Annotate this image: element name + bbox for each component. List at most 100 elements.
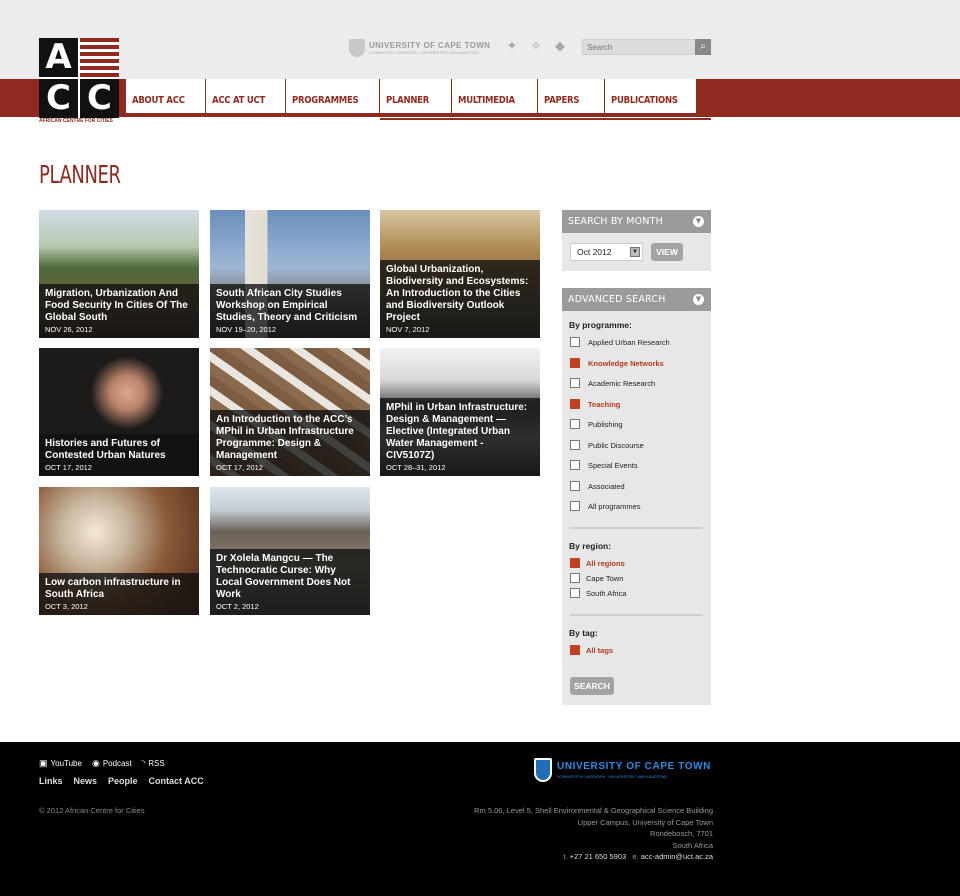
option-label: Cape Town [586,573,624,583]
footer-youtube-link[interactable]: ▣ YouTube [39,758,82,769]
event-title[interactable]: Low carbon infrastructure in South Afric… [45,577,193,601]
footer-link-contact[interactable]: Contact ACC [149,776,204,786]
divider [570,614,703,616]
nav-item-programmes[interactable]: PROGRAMMES [285,79,379,113]
checkbox[interactable] [570,501,580,511]
footer-uct-logo[interactable]: UNIVERSITY OF CAPE TOWN IYUNIVESITHI YAS… [534,758,711,782]
programme-option[interactable]: Teaching [570,399,620,409]
event-title[interactable]: Global Urbanization, Biodiversity and Ec… [386,264,534,324]
event-title[interactable]: Migration, Urbanization And Food Securit… [45,288,193,324]
programme-option[interactable]: Knowledge Networks [570,358,664,368]
checkbox[interactable] [570,481,580,491]
event-caption: MPhil in Urban Infrastructure: Design & … [380,398,540,476]
acc-logo[interactable]: A C C AFRICAN CENTRE FOR CITIES [39,38,119,124]
tag-option[interactable]: All tags [570,645,613,655]
event-card[interactable]: An Introduction to the ACC’s MPhil in Ur… [210,348,370,476]
option-label: Public Discourse [588,440,644,450]
copyright: © 2012 African Centre for Cities [39,806,145,815]
region-option[interactable]: South Africa [570,588,626,598]
checkbox[interactable] [570,358,580,368]
footer-link-news[interactable]: News [74,776,98,786]
search-by-month-header[interactable]: SEARCH BY MONTH ▼ [562,210,711,233]
logo-letter: C [80,79,119,118]
event-card[interactable]: Global Urbanization, Biodiversity and Ec… [380,210,540,338]
event-card[interactable]: Migration, Urbanization And Food Securit… [39,210,199,338]
event-card[interactable]: MPhil in Urban Infrastructure: Design & … [380,348,540,476]
footer-links: Links News People Contact ACC [39,776,204,786]
footer-podcast-link[interactable]: ◉ Podcast [92,758,132,769]
twitter-icon[interactable]: ✧ [529,39,543,53]
checkbox[interactable] [570,460,580,470]
checkbox[interactable] [570,645,580,655]
event-card[interactable]: Low carbon infrastructure in South Afric… [39,487,199,615]
checkbox[interactable] [570,573,580,583]
event-date: OCT 2, 2012 [216,602,259,611]
event-title[interactable]: Histories and Futures of Contested Urban… [45,438,193,462]
nav-item-papers[interactable]: PAPERS [537,79,604,113]
advanced-search-button[interactable]: SEARCH [570,677,614,695]
logo-letter: A [39,38,78,77]
footer-rss-link[interactable]: ◝ RSS [142,758,165,769]
programme-option[interactable]: Special Events [570,460,638,470]
nav-item-multimedia[interactable]: MULTIMEDIA [451,79,537,113]
view-button[interactable]: VIEW [651,243,683,261]
checkbox[interactable] [570,419,580,429]
checkbox[interactable] [570,558,580,568]
footer-social: ▣ YouTube ◉ Podcast ◝ RSS [39,758,165,769]
header-social-icons: ✦ ✧ ◆ [505,39,567,53]
uct-header-logo[interactable]: UNIVERSITY OF CAPE TOWN IYUNIVESITHI YAS… [349,39,490,57]
nav-item-planner[interactable]: PLANNER [379,79,451,113]
address-line: Rm 5.06, Level 5, Shell Environmental & … [474,806,713,815]
footer-link-people[interactable]: People [108,776,138,786]
dropdown-arrow-icon[interactable]: ▼ [630,247,640,257]
month-select-value: Oct 2012 [577,247,612,257]
email-prefix: e. [632,852,641,861]
checkbox[interactable] [570,337,580,347]
programme-option[interactable]: All programmes [570,501,641,511]
event-card[interactable]: Histories and Futures of Contested Urban… [39,348,199,476]
event-title[interactable]: South African City Studies Workshop on E… [216,288,364,324]
page-title: PLANNER [39,160,121,189]
checkbox[interactable] [570,588,580,598]
nav-item-acc-at-uct[interactable]: ACC AT UCT [205,79,285,113]
option-label: Teaching [588,399,621,409]
programme-option[interactable]: Applied Urban Research [570,337,670,347]
advanced-search-header[interactable]: ADVANCED SEARCH ▼ [562,288,711,311]
footer-link-links[interactable]: Links [39,776,63,786]
nav-item-about-acc[interactable]: ABOUT ACC [125,79,205,113]
programme-option[interactable]: Academic Research [570,378,655,388]
chevron-down-icon[interactable]: ▼ [693,216,704,227]
footer-uct-subtitle: IYUNIVESITHI YASEKAPA · UNIVERSITEIT VAN… [557,773,668,779]
programme-option[interactable]: Associated [570,481,625,491]
search-by-month-title: SEARCH BY MONTH [568,216,664,227]
programme-option[interactable]: Public Discourse [570,440,644,450]
event-caption: South African City Studies Workshop on E… [210,284,370,338]
africa-icon[interactable]: ◆ [553,39,567,53]
event-caption: An Introduction to the ACC’s MPhil in Ur… [210,410,370,476]
event-card[interactable]: Dr Xolela Mangcu — The Technocratic Curs… [210,487,370,615]
uct-shield-icon [349,39,365,57]
option-label: Publishing [588,419,623,429]
nav-item-publications[interactable]: PUBLICATIONS [604,79,696,113]
event-title[interactable]: Dr Xolela Mangcu — The Technocratic Curs… [216,553,364,601]
map-icon[interactable]: ✦ [505,39,519,53]
event-title[interactable]: An Introduction to the ACC’s MPhil in Ur… [216,414,364,462]
chevron-down-icon[interactable]: ▼ [693,294,704,305]
programme-option[interactable]: Publishing [570,419,623,429]
checkbox[interactable] [570,378,580,388]
region-option[interactable]: Cape Town [570,573,623,583]
search-icon[interactable]: ⌕ [695,39,711,55]
month-select[interactable]: Oct 2012 ▼ [570,243,643,261]
event-card[interactable]: South African City Studies Workshop on E… [210,210,370,338]
checkbox[interactable] [570,399,580,409]
podcast-icon: ◉ [91,758,100,768]
event-date: NOV 19–20, 2012 [216,325,277,334]
logo-stripes [80,38,119,77]
phone-number[interactable]: +27 21 650 5903 [570,852,627,861]
checkbox[interactable] [570,440,580,450]
event-title[interactable]: MPhil in Urban Infrastructure: Design & … [386,402,534,462]
email-link[interactable]: acc-admin@uct.ac.za [641,852,713,861]
uct-subtitle: IYUNIVESITHI YASEKAPA · UNIVERSITEIT VAN… [369,50,480,55]
search-input[interactable] [585,40,695,54]
region-option[interactable]: All regions [570,558,625,568]
